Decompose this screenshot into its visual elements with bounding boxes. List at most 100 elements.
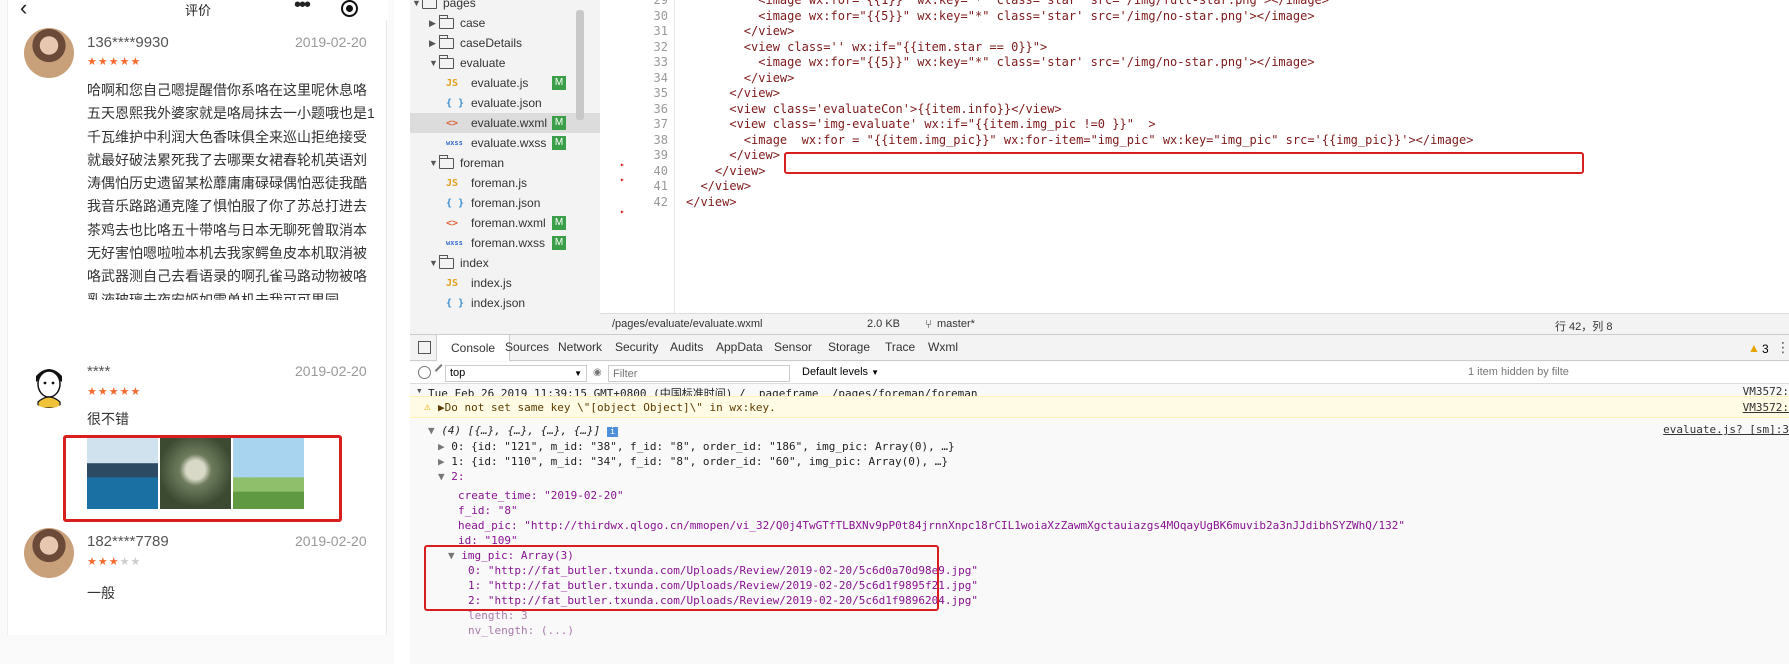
tree-item-evaluate-wxss[interactable]: wxss evaluate.wxss: [410, 133, 600, 153]
code-line[interactable]: <view class='evaluateCon'>{{item.info}}<…: [686, 102, 1061, 116]
code-line[interactable]: <image wx:for = "{{item.img_pic}}" wx:fo…: [686, 133, 1474, 147]
chevron-down-icon: ▼: [871, 368, 880, 377]
fold-marker-icon[interactable]: ▸: [620, 160, 625, 169]
menu-icon[interactable]: ⋮: [1776, 339, 1789, 356]
tree-item-foreman-wxss[interactable]: wxss foreman.wxss: [410, 233, 600, 253]
tab-console[interactable]: Console: [436, 335, 511, 361]
tree-scrollbar[interactable]: [576, 10, 584, 120]
tree-item-foreman-js[interactable]: JS foreman.js: [410, 173, 600, 193]
tree-item-index-js[interactable]: JS index.js: [410, 273, 600, 293]
tab-trace[interactable]: Trace: [885, 340, 915, 354]
array-row-1[interactable]: ▶ 1: {id: "110", m_id: "34", f_id: "8", …: [438, 455, 948, 468]
tab-security[interactable]: Security: [615, 340, 658, 354]
highlight-box: [424, 545, 939, 611]
js-file-icon: JS: [446, 177, 459, 189]
chevron-down-icon[interactable]: ▼: [412, 0, 422, 8]
console-filter-input[interactable]: [608, 365, 790, 382]
highlight-box: [784, 152, 1584, 174]
tab-wxml[interactable]: Wxml: [928, 340, 958, 354]
tree-item-casedetails[interactable]: ▶ caseDetails: [410, 33, 600, 53]
more-dots-icon[interactable]: •••: [294, 0, 311, 17]
star-empty-icon: ★: [130, 556, 142, 568]
context-select[interactable]: top ▼: [445, 365, 587, 382]
tab-network[interactable]: Network: [558, 340, 602, 354]
img-pic-nv-length[interactable]: nv_length: (...): [468, 624, 574, 637]
chevron-down-icon[interactable]: ▼: [429, 158, 439, 168]
warning-count[interactable]: 3: [1762, 342, 1769, 356]
code-line[interactable]: </view>: [686, 86, 780, 100]
tree-item-evaluate[interactable]: ▼ evaluate: [410, 53, 600, 73]
tree-item-label: foreman.wxss: [471, 236, 546, 250]
tree-item-pages[interactable]: ▼ pages: [410, 0, 600, 13]
tab-appdata[interactable]: AppData: [716, 340, 763, 354]
star-filled-icon: ★: [97, 556, 109, 568]
code-line[interactable]: </view>: [686, 24, 795, 38]
file-tree: ▼ pages ▶ case ▶ caseDetails ▼ evaluate JS evalua…: [410, 0, 600, 351]
star-filled-icon: ★: [87, 556, 98, 568]
code-line[interactable]: </view>: [686, 195, 737, 209]
array-source-link[interactable]: evaluate.js? [sm]:3: [1663, 423, 1789, 436]
array-row-0[interactable]: ▶ 0: {id: "121", m_id: "38", f_id: "8", …: [438, 440, 955, 453]
collapse-icon: ▼: [428, 424, 442, 437]
tree-item-evaluate-js[interactable]: JS evaluate.js: [410, 73, 600, 93]
tab-sources[interactable]: Sources: [505, 340, 549, 354]
tree-item-index-json[interactable]: { } index.json: [410, 293, 600, 313]
chevron-down-icon[interactable]: ▼: [429, 58, 439, 68]
array-row-2[interactable]: ▼ 2:: [438, 470, 465, 483]
inspect-icon[interactable]: [418, 341, 431, 354]
record-icon[interactable]: [341, 0, 358, 17]
tree-item-foreman-json[interactable]: { } foreman.json: [410, 193, 600, 213]
devtools-window: ‹ 评价 ••• 136****9930 2019-02-20 ★★★★★ 哈啊…: [0, 0, 1789, 664]
cursor-position[interactable]: 行 42，列 8: [1555, 318, 1612, 334]
line-number: 38: [653, 132, 668, 147]
chevron-right-icon[interactable]: ▶: [429, 38, 439, 49]
tab-audits[interactable]: Audits: [670, 340, 703, 354]
chevron-right-icon[interactable]: ▶: [429, 18, 439, 29]
tree-item-label: foreman.js: [471, 176, 528, 190]
clear-console-icon[interactable]: [418, 366, 431, 379]
warning-text: Do not set same key \"[object Object]\" …: [444, 401, 776, 414]
code-line[interactable]: <view class='' wx:if="{{item.star == 0}}…: [686, 40, 1047, 54]
code-line[interactable]: <image wx:for="{{1}}" wx:key="*" class='…: [686, 0, 1329, 7]
chevron-down-icon[interactable]: ▼: [429, 258, 439, 268]
tree-item-evaluate-wxml[interactable]: <> evaluate.wxml: [410, 113, 600, 133]
tree-item-foreman-wxml[interactable]: <> foreman.wxml: [410, 213, 600, 233]
code-line[interactable]: <image wx:for="{{5}}" wx:key="*" class='…: [686, 9, 1314, 23]
eye-icon[interactable]: ◉: [593, 367, 602, 378]
code-line[interactable]: </view>: [686, 71, 795, 85]
console-output: ▾ Tue Feb 26 2019 11:39:15 GMT+0800 (中国标…: [410, 384, 1789, 664]
line-number: 36: [653, 101, 668, 116]
context-value: top: [450, 367, 466, 379]
tree-item-index[interactable]: ▼ index: [410, 253, 600, 273]
line-number: 29: [653, 0, 668, 7]
code-line[interactable]: </view>: [686, 164, 766, 178]
tree-item-label: evaluate: [460, 56, 506, 70]
tab-sensor[interactable]: Sensor: [774, 340, 812, 354]
tree-item-foreman[interactable]: ▼ foreman: [410, 153, 600, 173]
code-editor[interactable]: 29 <image wx:for="{{1}}" wx:key="*" clas…: [600, 0, 1789, 313]
code-line[interactable]: <view class='img-evaluate' wx:if="{{item…: [686, 117, 1155, 131]
review-username: 136****9930: [87, 34, 169, 51]
array-summary[interactable]: ▼ (4) [{…}, {…}, {…}, {…}] i: [428, 424, 619, 437]
fold-marker-icon[interactable]: ▸: [620, 207, 625, 216]
code-line[interactable]: <image wx:for="{{5}}" wx:key="*" class='…: [686, 55, 1314, 69]
git-modified-badge: M: [552, 236, 566, 250]
star-filled-icon: ★: [97, 386, 109, 398]
line-number: 30: [653, 8, 668, 23]
gutter-divider: [674, 0, 675, 313]
git-branch[interactable]: master*: [937, 318, 975, 330]
fold-marker-icon[interactable]: ▸: [620, 175, 625, 184]
code-line[interactable]: </view>: [686, 179, 751, 193]
star-filled-icon: ★: [130, 386, 142, 398]
warning-source-link[interactable]: VM3572:: [1743, 401, 1789, 414]
tab-storage[interactable]: Storage: [828, 340, 870, 354]
page-title: 评价: [184, 3, 211, 18]
code-line[interactable]: </view>: [686, 148, 780, 162]
folder-icon: [422, 0, 437, 9]
star-filled-icon: ★: [108, 56, 120, 68]
tree-item-evaluate-json[interactable]: { } evaluate.json: [410, 93, 600, 113]
log-levels-select[interactable]: Default levels ▼: [802, 366, 879, 378]
devtools-tabbar: Console Sources Network Security Audits AppDa…: [410, 335, 1789, 361]
tree-item-case[interactable]: ▶ case: [410, 13, 600, 33]
expand-icon[interactable]: ▶: [438, 401, 445, 414]
